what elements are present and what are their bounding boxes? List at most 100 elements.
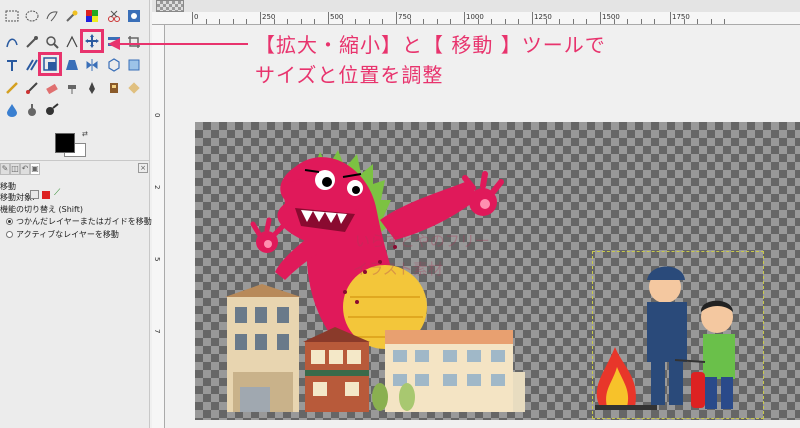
target-selection-icon[interactable] xyxy=(42,191,50,199)
close-panel-icon[interactable]: × xyxy=(138,163,148,173)
blur-icon[interactable] xyxy=(2,100,22,120)
ruler-minor-tick xyxy=(219,19,221,24)
tab-device-status[interactable]: ◫ xyxy=(10,163,20,175)
radio-active-layer[interactable] xyxy=(6,231,13,238)
ruler-minor-tick xyxy=(572,19,574,24)
ruler-minor-tick xyxy=(559,19,561,24)
ruler-label: 2 xyxy=(153,185,161,190)
ruler-label: 7 xyxy=(153,329,161,334)
tab-undo[interactable]: ↶ xyxy=(20,163,30,175)
foreground-color-swatch[interactable] xyxy=(55,133,75,153)
tab-tool-options[interactable]: ✎ xyxy=(0,163,10,175)
dodge-burn-icon[interactable] xyxy=(42,100,62,120)
layer-boundary xyxy=(592,251,764,419)
ink-icon[interactable] xyxy=(82,78,102,98)
zoom-icon[interactable] xyxy=(42,32,62,52)
horizontal-ruler[interactable]: 0 250 500 750 1000 1250 1500 1750 xyxy=(152,12,800,25)
ruler-minor-tick xyxy=(450,19,452,24)
cage-transform-icon[interactable] xyxy=(104,55,124,75)
ruler-minor-tick xyxy=(586,19,588,24)
annotation-callout: 【拡大・縮小】と【 移動 】ツールで サイズと位置を調整 xyxy=(255,30,695,90)
target-layer-icon[interactable] xyxy=(30,190,39,199)
free-select-icon[interactable] xyxy=(42,6,62,26)
swap-colors-icon[interactable]: ⇄ xyxy=(82,130,88,138)
ruler-label: 1250 xyxy=(534,13,552,21)
ruler-label: 0 xyxy=(194,13,199,21)
ruler-tick xyxy=(532,12,533,24)
smudge-icon[interactable] xyxy=(22,100,42,120)
ellipse-select-icon[interactable] xyxy=(22,6,42,26)
tab-images[interactable]: ▣ xyxy=(30,163,40,175)
ruler-minor-tick xyxy=(491,19,493,24)
watermark-line2: イラスト素材 xyxy=(353,260,443,278)
ruler-minor-tick xyxy=(683,19,685,24)
color-picker-icon[interactable] xyxy=(22,32,42,52)
ruler-minor-tick xyxy=(423,19,425,24)
pencil-icon[interactable] xyxy=(2,78,22,98)
paintbrush-icon[interactable] xyxy=(22,78,42,98)
paths-icon[interactable] xyxy=(2,32,22,52)
ruler-minor-tick xyxy=(409,19,411,24)
tool-options-tabs: ✎ ◫ ↶ ▣ xyxy=(0,163,150,176)
ruler-label: 5 xyxy=(153,257,161,262)
annotation-line2: サイズと位置を調整 xyxy=(255,63,444,87)
move-tool-icon[interactable] xyxy=(80,29,104,53)
image-thumbnail-tab[interactable] xyxy=(156,0,184,12)
toggle-behavior-label: 機能の切り替え (Shift) xyxy=(0,205,83,214)
image-tab-bar xyxy=(152,0,800,12)
foreground-select-icon[interactable] xyxy=(124,6,144,26)
toolbox-panel: ⇄ ✎ ◫ ↶ ▣ × 移動 移動対象: ⟋ 機能の切り替え (Shift) つ… xyxy=(0,0,152,428)
ruler-tick xyxy=(396,12,397,24)
ruler-tick xyxy=(600,12,601,24)
ruler-minor-tick xyxy=(518,19,520,24)
ruler-minor-tick xyxy=(341,19,343,24)
tool-options-title: 移動 xyxy=(0,182,16,191)
ruler-minor-tick xyxy=(232,19,234,24)
ruler-minor-tick xyxy=(368,19,370,24)
ruler-minor-tick xyxy=(613,19,615,24)
ruler-minor-tick xyxy=(627,19,629,24)
scale-tool-icon[interactable] xyxy=(38,52,62,76)
perspective-icon[interactable] xyxy=(62,55,82,75)
ruler-minor-tick xyxy=(504,19,506,24)
rotate-icon[interactable] xyxy=(2,55,22,75)
ruler-tick xyxy=(260,12,261,24)
unified-transform-icon[interactable] xyxy=(124,55,144,75)
annotation-line1: 【拡大・縮小】と【 移動 】ツールで xyxy=(255,33,606,57)
airbrush-icon[interactable] xyxy=(62,78,82,98)
rect-select-icon[interactable] xyxy=(2,6,22,26)
ruler-minor-tick xyxy=(287,19,289,24)
gimp-window: ⇄ ✎ ◫ ↶ ▣ × 移動 移動対象: ⟋ 機能の切り替え (Shift) つ… xyxy=(0,0,800,428)
ruler-label: 0 xyxy=(153,113,161,118)
ruler-label: 1000 xyxy=(466,13,484,21)
panel-divider xyxy=(0,160,150,161)
clone-icon[interactable] xyxy=(104,78,124,98)
ruler-label: 1500 xyxy=(602,13,620,21)
flip-icon[interactable] xyxy=(82,55,102,75)
scissors-icon[interactable] xyxy=(104,6,124,26)
ruler-tick xyxy=(464,12,465,24)
ruler-minor-tick xyxy=(436,19,438,24)
fuzzy-select-icon[interactable] xyxy=(62,6,82,26)
radio-pick-layer[interactable] xyxy=(6,218,13,225)
ruler-minor-tick xyxy=(697,19,699,24)
heal-icon[interactable] xyxy=(124,78,144,98)
ruler-minor-tick xyxy=(382,19,384,24)
vertical-ruler[interactable]: 0 2 5 7 xyxy=(152,25,165,428)
ruler-label: 1750 xyxy=(672,13,690,21)
ruler-minor-tick xyxy=(477,19,479,24)
ruler-tick xyxy=(192,12,193,24)
ruler-minor-tick xyxy=(640,19,642,24)
target-path-icon[interactable]: ⟋ xyxy=(54,188,60,198)
color-select-icon[interactable] xyxy=(82,6,102,26)
measure-icon[interactable] xyxy=(62,32,82,52)
ruler-minor-tick xyxy=(314,19,316,24)
annotation-arrow-line xyxy=(118,43,248,45)
ruler-minor-tick xyxy=(710,19,712,24)
ruler-minor-tick xyxy=(273,19,275,24)
eraser-icon[interactable] xyxy=(42,78,62,98)
ruler-minor-tick xyxy=(545,19,547,24)
ruler-minor-tick xyxy=(300,19,302,24)
crop-icon[interactable] xyxy=(124,32,144,52)
ruler-minor-tick xyxy=(724,19,726,24)
